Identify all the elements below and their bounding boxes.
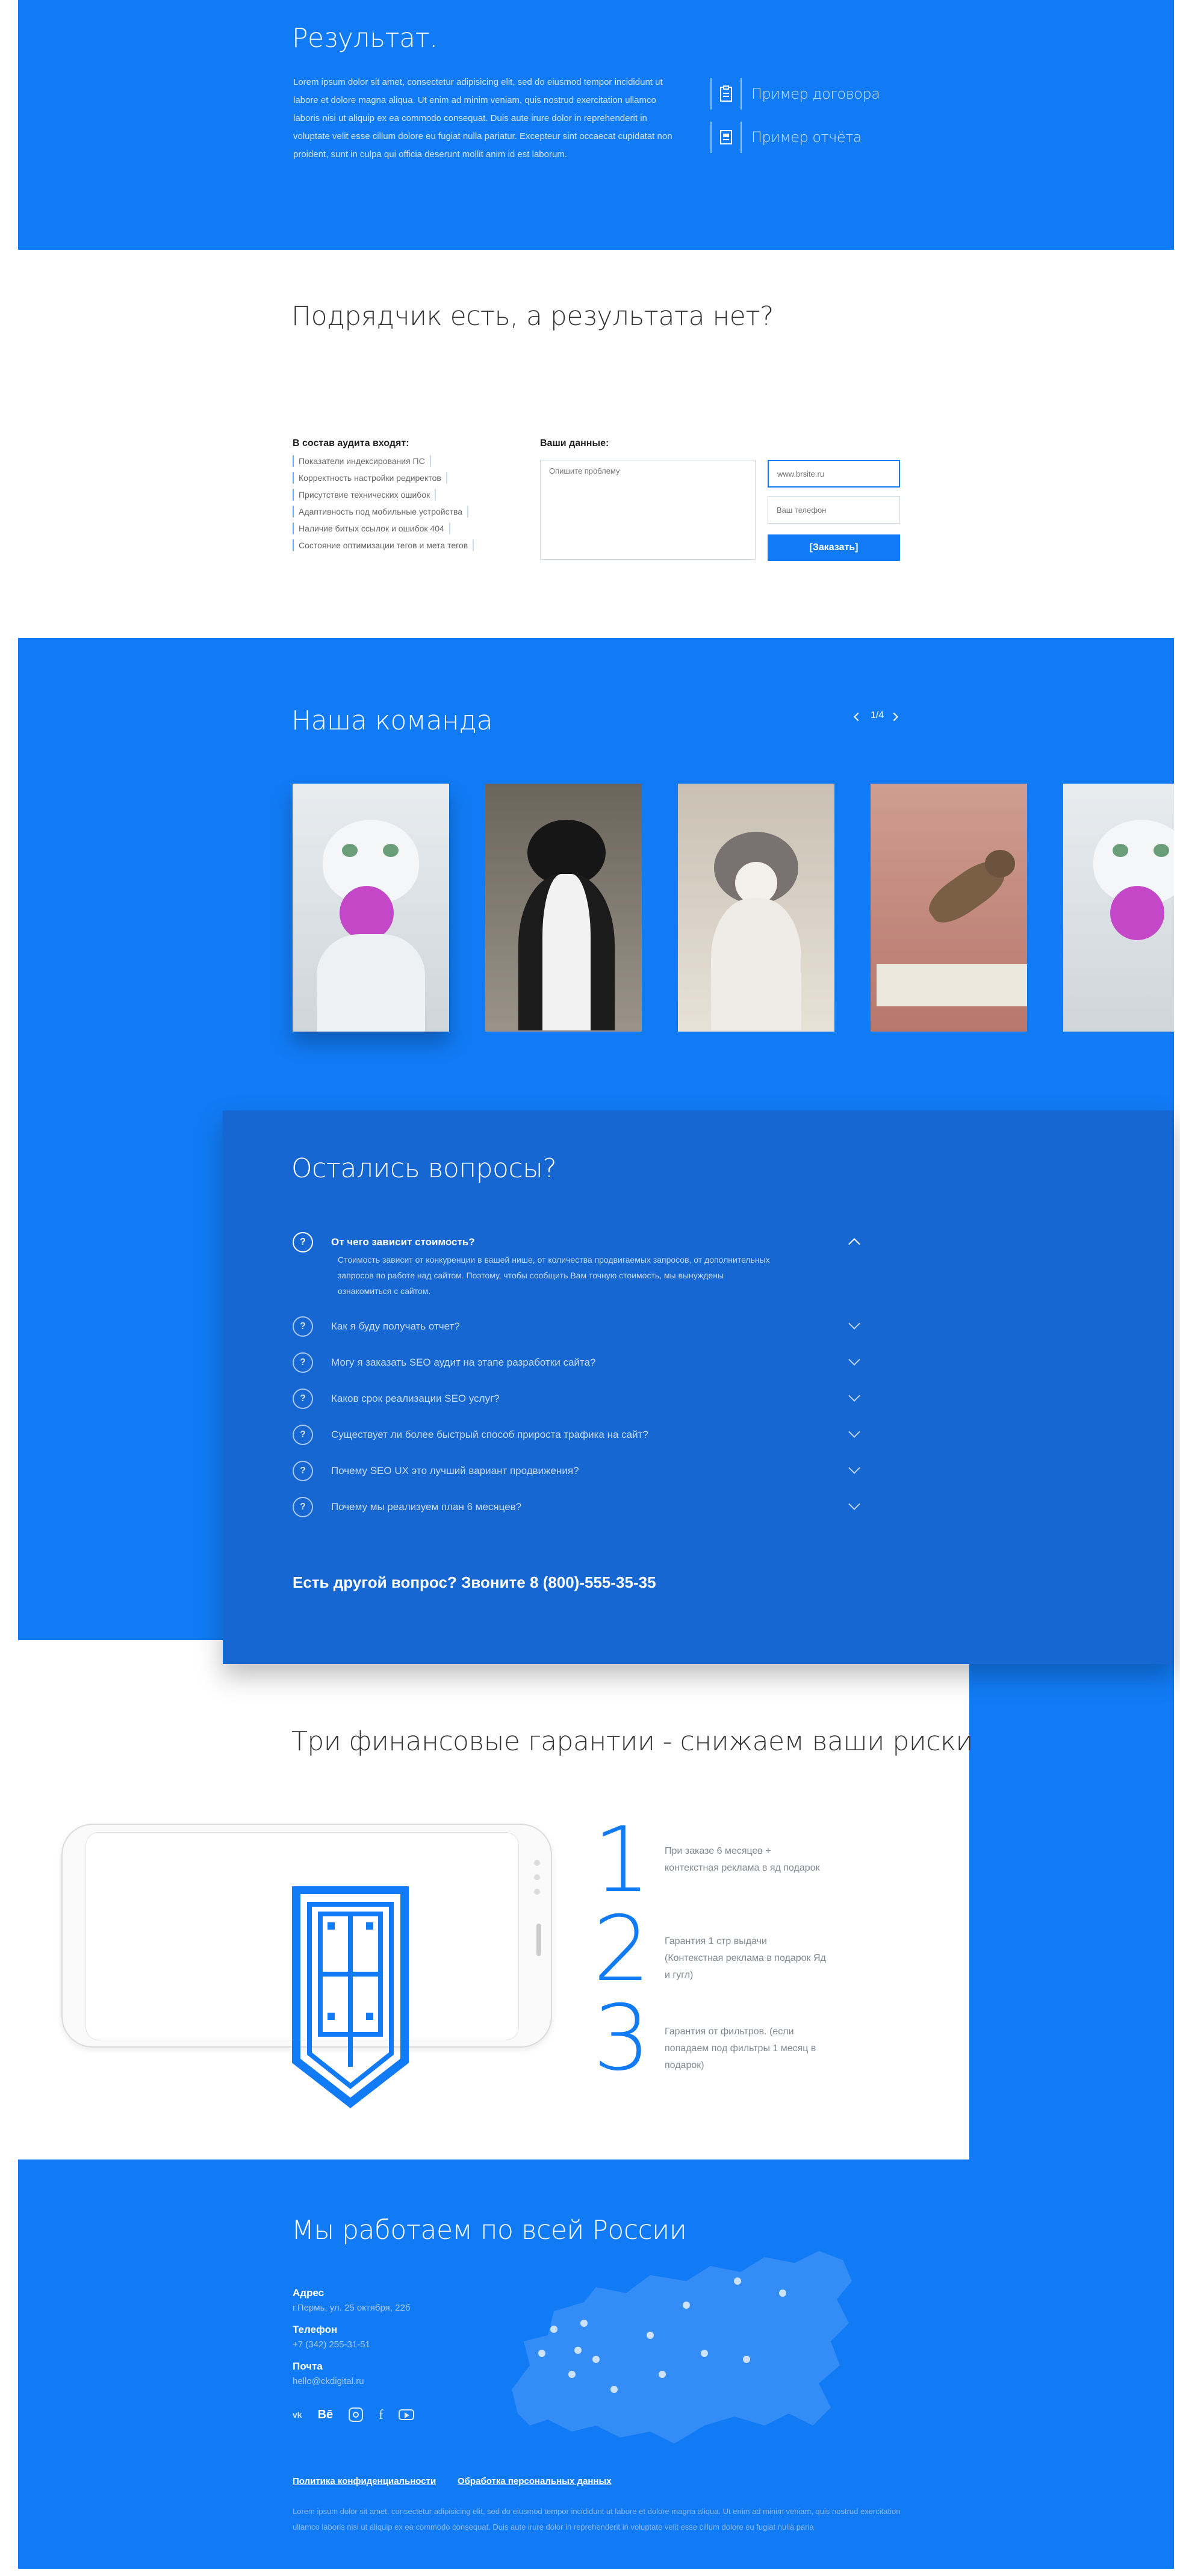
- question-icon: ?: [293, 1316, 313, 1337]
- result-text: Lorem ipsum dolor sit amet, consectetur …: [293, 77, 672, 159]
- team-pager: 1/4: [871, 710, 884, 720]
- faq-item[interactable]: ? Почему SEO UX это лучший вариант продви…: [293, 1453, 860, 1489]
- address-label: Адрес: [293, 2287, 324, 2299]
- faq-item[interactable]: ? Могу я заказать SEO аудит на этапе разр…: [293, 1345, 860, 1381]
- faq-call: Есть другой вопрос? Звоните 8 (800)-555-…: [293, 1573, 656, 1591]
- guarantee-number: 3: [593, 1986, 651, 2091]
- page: { "result": { "title": "Результат.", "te…: [0, 0, 1180, 2576]
- audit-item: Наличие битых ссылок и ошибок 404: [293, 522, 450, 534]
- audit-item: Корректность настройки редиректов: [293, 472, 447, 484]
- faq-question: Как я буду получать отчет?: [331, 1321, 460, 1332]
- faq-list: ? От чего зависит стоимость? Стоимость з…: [293, 1224, 860, 1525]
- footer-text: Lorem ipsum dolor sit amet, consectetur …: [293, 2507, 901, 2531]
- guarantees-title: Три финансовые гарантии - снижаем ваши р…: [291, 1726, 974, 1757]
- phone[interactable]: +7 (342) 255-31-51: [293, 2339, 521, 2350]
- question-icon: ?: [293, 1389, 313, 1409]
- audit-title: Подрядчик есть, а результата нет?: [291, 301, 774, 332]
- audit-item: Адаптивность под мобильные устройства: [293, 506, 469, 518]
- vk-icon[interactable]: vk: [293, 2410, 302, 2420]
- form-title: Ваши данные:: [540, 438, 609, 448]
- contract-icon: [710, 78, 742, 110]
- guarantee-text: При заказе 6 месяцев + контекстная рекла…: [665, 1846, 820, 1873]
- blue-side-strip: [969, 1637, 1174, 2161]
- question-icon: ?: [293, 1352, 313, 1373]
- faq-item-open[interactable]: ? От чего зависит стоимость? Стоимость з…: [293, 1224, 860, 1296]
- address: г.Пермь, ул. 25 октября, 22б: [293, 2303, 411, 2313]
- team-photo[interactable]: [293, 784, 449, 1032]
- report-link[interactable]: Пример отчёта: [710, 122, 862, 153]
- guarantee-text: Гарантия от фильтров. (если попадаем под…: [665, 2026, 816, 2070]
- audit-item: Состояние оптимизации тегов и мета тегов: [293, 539, 474, 551]
- result-title: Результат.: [292, 23, 438, 54]
- contacts-title: Мы работаем по всей России: [291, 2215, 687, 2246]
- audit-list-title: В состав аудита входят:: [293, 438, 409, 448]
- faq-item[interactable]: ? Существует ли более быстрый способ прир…: [293, 1417, 860, 1453]
- team-title: Наша команда: [291, 705, 493, 736]
- privacy-link[interactable]: Политика конфиденциальности: [293, 2476, 436, 2486]
- report-icon: [710, 122, 742, 153]
- faq-question: Каков срок реализации SEO услуг?: [331, 1393, 500, 1404]
- team-photo[interactable]: [678, 784, 834, 1032]
- facebook-icon[interactable]: f: [379, 2407, 383, 2423]
- audit-list: Показатели индексирования ПС Корректност…: [293, 455, 533, 556]
- order-button[interactable]: [Заказать]: [768, 534, 900, 561]
- guarantee-number: 1: [593, 1808, 651, 1913]
- report-link-label: Пример отчёта: [751, 129, 862, 146]
- problem-textarea[interactable]: [540, 460, 756, 560]
- faq-question: Почему SEO UX это лучший вариант продвиж…: [331, 1465, 579, 1476]
- shield-icon: [292, 1886, 409, 2108]
- faq-item[interactable]: ? Как я буду получать отчет?: [293, 1308, 860, 1345]
- question-icon: ?: [293, 1497, 313, 1517]
- question-icon: ?: [293, 1461, 313, 1481]
- faq-item[interactable]: ? Каков срок реализации SEO услуг?: [293, 1381, 860, 1417]
- audit-item: Показатели индексирования ПС: [293, 455, 431, 467]
- contacts-block: Адрес г.Пермь, ул. 25 октября, 22б Телеф…: [293, 2287, 521, 2423]
- team-photo[interactable]: [871, 784, 1027, 1032]
- guarantee-text: Гарантия 1 стр выдачи (Контекстная рекла…: [665, 1936, 826, 1980]
- mail[interactable]: hello@ckdigital.ru: [293, 2376, 521, 2386]
- site-input[interactable]: [768, 460, 900, 488]
- team-photo[interactable]: [485, 784, 642, 1032]
- guarantee-number: 2: [593, 1897, 651, 2002]
- social-links: vk Bē f: [293, 2407, 521, 2423]
- contract-link[interactable]: Пример договора: [710, 78, 880, 110]
- faq-title: Остались вопросы?: [291, 1153, 557, 1184]
- team-photo[interactable]: [1063, 784, 1174, 1032]
- faq-question: Существует ли более быстрый способ приро…: [331, 1429, 648, 1440]
- faq-question: Могу я заказать SEO аудит на этапе разра…: [331, 1357, 596, 1368]
- faq-answer: Стоимость зависит от конкуренции в вашей…: [338, 1255, 770, 1296]
- contract-link-label: Пример договора: [751, 85, 880, 102]
- audit-item: Присутствие технических ошибок: [293, 489, 436, 501]
- russia-map: [512, 2251, 852, 2444]
- mail-label: Почта: [293, 2361, 323, 2372]
- faq-item[interactable]: ? Почему мы реализуем план 6 месяцев?: [293, 1489, 860, 1525]
- question-icon: ?: [293, 1425, 313, 1445]
- instagram-icon[interactable]: [349, 2407, 364, 2422]
- behance-icon[interactable]: Bē: [318, 2408, 334, 2422]
- phone-input[interactable]: [768, 496, 900, 524]
- faq-question: Почему мы реализуем план 6 месяцев?: [331, 1501, 522, 1512]
- phone-label: Телефон: [293, 2324, 338, 2335]
- personal-data-link[interactable]: Обработка персональных данных: [458, 2476, 612, 2486]
- youtube-icon[interactable]: [399, 2409, 415, 2420]
